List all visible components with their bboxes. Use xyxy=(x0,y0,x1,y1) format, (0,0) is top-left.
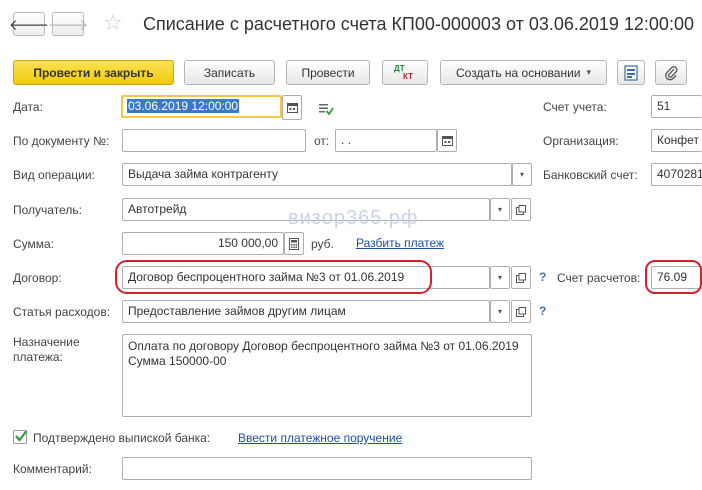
doc-number-label: По документу №: xyxy=(13,134,110,148)
forward-button[interactable]: 🡒 xyxy=(48,12,88,36)
open-window-icon xyxy=(516,204,526,215)
amount-field[interactable]: 150 000,00 xyxy=(122,232,284,255)
post-button[interactable]: Провести xyxy=(286,60,370,85)
doc-number-field[interactable] xyxy=(122,129,306,152)
watermark: визор365.рф xyxy=(288,207,419,229)
payment-purpose-label-line2: платежа: xyxy=(13,350,63,364)
contract-help-icon[interactable]: ? xyxy=(539,270,546,284)
comment-label: Комментарий: xyxy=(13,462,92,476)
confirmed-by-bank-label: Подтверждено выпиской банка: xyxy=(33,431,211,445)
account-label: Счет учета: xyxy=(543,100,607,114)
operation-type-dropdown-button[interactable]: ▾ xyxy=(512,163,532,186)
chevron-down-icon: ▾ xyxy=(497,307,502,316)
dt-kt-icon: ДТ КТ xyxy=(394,64,413,81)
date-field[interactable]: 03.06.2019 12:00:00 xyxy=(121,95,282,118)
chevron-down-icon: ▾ xyxy=(519,170,524,179)
confirmed-by-bank-checkbox[interactable] xyxy=(13,430,28,444)
back-button[interactable]: 🡐 xyxy=(9,12,49,36)
document-structure-icon xyxy=(624,64,638,81)
enter-payment-order-link[interactable]: Ввести платежное поручение xyxy=(238,431,402,445)
from-date-label: от: xyxy=(314,134,330,148)
from-date-calendar-button[interactable] xyxy=(437,129,457,152)
payment-purpose-textarea[interactable]: Оплата по договору Договор беспроцентног… xyxy=(122,334,532,417)
expense-item-open-button[interactable] xyxy=(511,300,531,323)
structure-button[interactable] xyxy=(617,60,645,85)
chevron-down-icon: ▾ xyxy=(497,273,502,282)
contract-dropdown-button[interactable]: ▾ xyxy=(490,266,510,289)
calendar-icon xyxy=(286,103,298,113)
payment-purpose-label-line1: Назначение xyxy=(13,335,80,349)
organization-field[interactable]: Конфет xyxy=(651,129,702,152)
date-label: Дата: xyxy=(13,100,43,114)
favorite-star-icon[interactable]: ☆ xyxy=(103,10,123,36)
expense-item-dropdown-button[interactable]: ▾ xyxy=(490,300,510,323)
date-calendar-button[interactable] xyxy=(282,95,302,120)
arrow-right-icon: 🡒 xyxy=(47,16,89,34)
contract-label: Договор: xyxy=(13,271,62,285)
payment-purpose-line2: Сумма 150000-00 xyxy=(128,354,227,368)
contract-highlight-ring xyxy=(115,260,432,294)
expense-item-field[interactable]: Предоставление займов другим лицам xyxy=(122,300,490,323)
calculator-icon xyxy=(289,237,299,250)
comment-field[interactable] xyxy=(122,457,532,480)
from-date-field[interactable]: . . xyxy=(335,129,437,152)
split-payment-link[interactable]: Разбить платеж xyxy=(356,236,444,250)
numbering-button[interactable] xyxy=(316,97,336,120)
dt-kt-report-button[interactable]: ДТ КТ xyxy=(382,60,428,85)
chevron-down-icon: ▾ xyxy=(586,67,592,77)
settlement-account-label: Счет расчетов: xyxy=(557,271,641,285)
currency-label: руб. xyxy=(311,237,334,251)
expense-item-label: Статья расходов: xyxy=(13,305,111,319)
window-title: Списание с расчетного счета КП00-000003 … xyxy=(143,14,694,34)
attach-files-button[interactable] xyxy=(655,60,687,85)
operation-type-label: Вид операции: xyxy=(13,168,95,182)
operation-type-field[interactable]: Выдача займа контрагенту xyxy=(122,163,512,186)
create-based-on-button[interactable]: Создать на основании ▾ xyxy=(440,60,607,85)
payment-purpose-line1: Оплата по договору Договор беспроцентног… xyxy=(128,339,519,353)
calculator-button[interactable] xyxy=(284,232,304,255)
recipient-open-button[interactable] xyxy=(511,198,531,221)
amount-label: Сумма: xyxy=(13,237,55,251)
bank-account-field[interactable]: 4070281 xyxy=(651,163,702,186)
contract-open-button[interactable] xyxy=(511,266,531,289)
post-and-close-button[interactable]: Провести и закрыть xyxy=(13,60,174,85)
checkmark-icon xyxy=(15,430,28,442)
recipient-label: Получатель: xyxy=(13,203,82,217)
account-field[interactable]: 51 xyxy=(651,95,702,118)
chevron-down-icon: ▾ xyxy=(497,205,502,214)
calendar-icon xyxy=(441,136,453,146)
save-button[interactable]: Записать xyxy=(184,60,275,85)
recipient-dropdown-button[interactable]: ▾ xyxy=(490,198,510,221)
arrow-left-icon: 🡐 xyxy=(8,16,50,34)
bank-account-label: Банковский счет: xyxy=(543,168,638,182)
settlement-highlight-ring xyxy=(645,260,702,294)
expense-item-help-icon[interactable]: ? xyxy=(539,304,546,318)
open-window-icon xyxy=(516,306,526,317)
open-window-icon xyxy=(516,272,526,283)
organization-label: Организация: xyxy=(543,134,619,148)
paperclip-icon xyxy=(665,65,678,80)
document-check-icon xyxy=(319,103,334,116)
